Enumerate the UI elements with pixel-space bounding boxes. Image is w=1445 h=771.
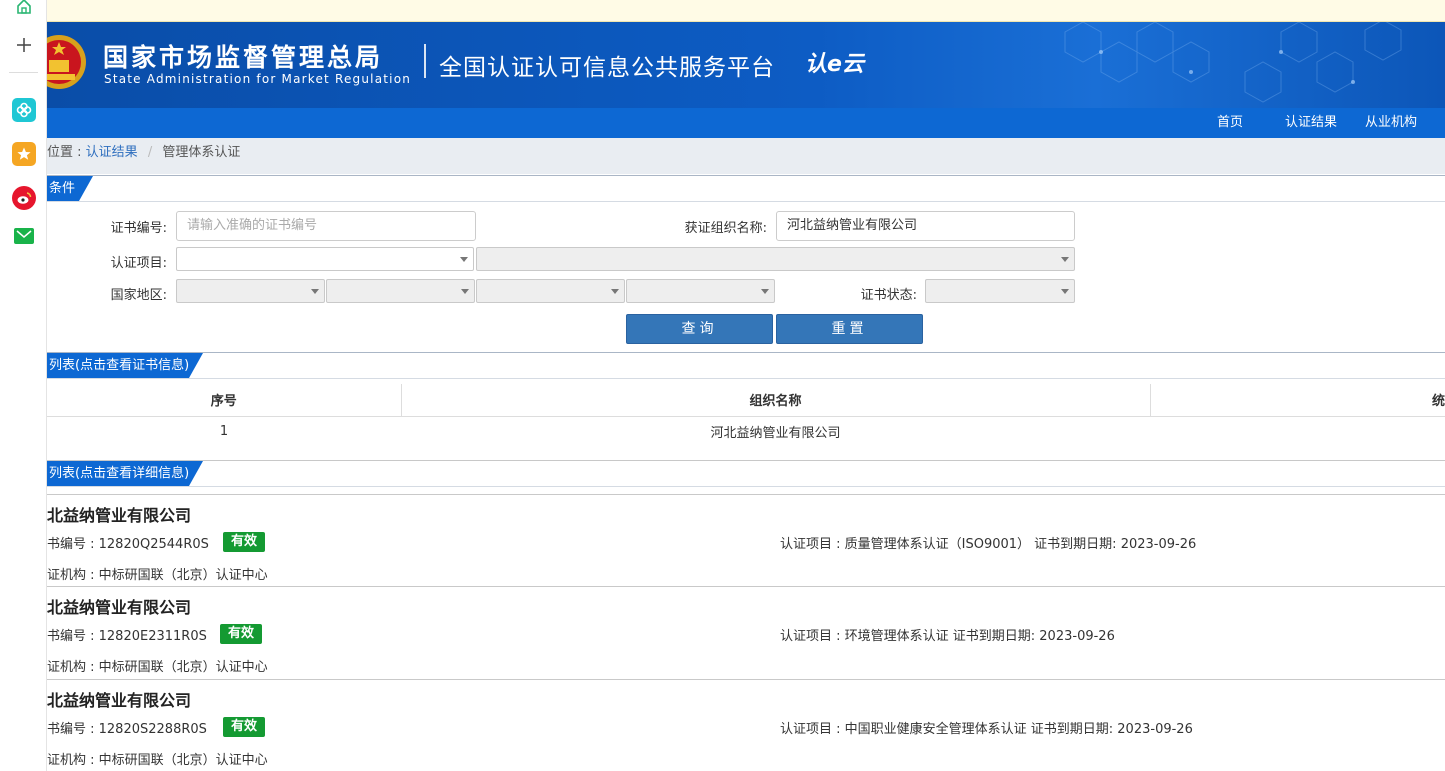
star-favorites-icon[interactable] bbox=[12, 142, 36, 166]
breadcrumb-prefix: 位置 : bbox=[47, 145, 86, 160]
cert-project: 认证项目 : 质量管理体系认证（ISO9001） 证书到期日期: 2023-09… bbox=[780, 537, 1197, 552]
org-name-input[interactable]: 河北益纳管业有限公司 bbox=[776, 211, 1075, 241]
cert-number: 书编号 : 12820E2311R0S bbox=[47, 629, 207, 644]
row-org-name[interactable]: 河北益纳管业有限公司 bbox=[401, 416, 1150, 446]
breadcrumb: 位置 : 认证结果 / 管理体系认证 bbox=[47, 138, 1445, 174]
status-label: 证书状态: bbox=[860, 288, 917, 303]
cert-no-label: 证书编号: bbox=[110, 221, 167, 236]
banner-divider bbox=[424, 44, 426, 78]
search-section-title: 条件 bbox=[47, 176, 93, 201]
cert-card[interactable]: 北益纳管业有限公司 书编号 : 12820Q2544R0S 有效 认证项目 : … bbox=[47, 494, 1445, 587]
cert-list-section-title: 列表(点击查看详细信息) bbox=[47, 461, 203, 486]
status-badge: 有效 bbox=[223, 532, 266, 552]
cert-body: 证机构 : 中标研国联（北京）认证中心 bbox=[47, 568, 268, 583]
cert-project: 认证项目 : 中国职业健康安全管理体系认证 证书到期日期: 2023-09-26 bbox=[780, 722, 1193, 737]
region-select-4[interactable] bbox=[626, 279, 775, 303]
administration-title: 国家市场监督管理总局 bbox=[103, 43, 384, 72]
col-index: 序号 bbox=[47, 384, 402, 417]
cert-no-input[interactable]: 请输入准确的证书编号 bbox=[176, 211, 476, 241]
project-label: 认证项目: bbox=[110, 256, 167, 271]
cert-org-name[interactable]: 北益纳管业有限公司 bbox=[47, 594, 191, 618]
project-select[interactable] bbox=[176, 247, 474, 271]
clover-app-icon[interactable] bbox=[12, 98, 36, 122]
administration-title-en: State Administration for Market Regulati… bbox=[104, 72, 412, 86]
main-nav: 首页 认证结果 从业机构 bbox=[47, 108, 1445, 138]
browser-sidebar bbox=[0, 0, 47, 771]
org-list-section-title: 列表(点击查看证书信息) bbox=[47, 353, 203, 378]
notification-strip bbox=[47, 0, 1445, 22]
weibo-icon[interactable] bbox=[12, 186, 36, 210]
nav-cert-results[interactable]: 认证结果 bbox=[1285, 108, 1337, 138]
home-icon[interactable] bbox=[12, 0, 36, 18]
hexagon-pattern bbox=[1064, 22, 1402, 103]
cert-body: 证机构 : 中标研国联（北京）认证中心 bbox=[47, 660, 268, 675]
cert-number: 书编号 : 12820Q2544R0S bbox=[47, 537, 209, 552]
browser-window: 国家市场监督管理总局 State Administration for Mark… bbox=[0, 0, 1445, 771]
reset-button[interactable]: 重置 bbox=[776, 314, 923, 344]
nav-agencies[interactable]: 从业机构 bbox=[1365, 108, 1417, 138]
cert-project: 认证项目 : 环境管理体系认证 证书到期日期: 2023-09-26 bbox=[780, 629, 1115, 644]
org-list-section-header: 列表(点击查看证书信息) bbox=[47, 352, 1445, 379]
region-label: 国家地区: bbox=[110, 288, 167, 303]
org-table: 序号 组织名称 统 1 河北益纳管业有限公司 bbox=[47, 384, 1445, 446]
chevron-down-icon bbox=[1061, 257, 1069, 262]
status-badge: 有效 bbox=[223, 717, 266, 737]
status-select[interactable] bbox=[925, 279, 1075, 303]
query-button[interactable]: 查询 bbox=[626, 314, 773, 344]
region-select-3[interactable] bbox=[476, 279, 625, 303]
breadcrumb-link[interactable]: 认证结果 bbox=[86, 145, 138, 160]
org-table-header: 序号 组织名称 统 bbox=[47, 384, 1445, 417]
chevron-down-icon bbox=[1061, 289, 1069, 294]
search-section-header: 条件 bbox=[47, 175, 1445, 202]
row-index: 1 bbox=[219, 423, 229, 439]
site-banner: 国家市场监督管理总局 State Administration for Mark… bbox=[47, 22, 1445, 108]
chevron-down-icon bbox=[461, 289, 469, 294]
region-select-2[interactable] bbox=[326, 279, 475, 303]
col-credit-code: 统 bbox=[1150, 384, 1445, 417]
sidebar-divider bbox=[9, 72, 38, 73]
chevron-down-icon bbox=[460, 257, 468, 262]
col-org-name: 组织名称 bbox=[401, 384, 1151, 417]
national-emblem-icon bbox=[47, 35, 86, 89]
status-badge: 有效 bbox=[220, 624, 263, 644]
row-credit-code bbox=[1150, 416, 1445, 446]
cert-list-section-header: 列表(点击查看详细信息) bbox=[47, 460, 1445, 487]
cert-org-name[interactable]: 北益纳管业有限公司 bbox=[47, 687, 191, 711]
region-select-1[interactable] bbox=[176, 279, 325, 303]
platform-logo: 认e云 bbox=[805, 52, 864, 77]
page-content: 国家市场监督管理总局 State Administration for Mark… bbox=[47, 0, 1445, 771]
cert-number: 书编号 : 12820S2288R0S bbox=[47, 722, 207, 737]
mail-icon[interactable] bbox=[14, 228, 34, 244]
col-credit-code-label: 统 bbox=[1431, 394, 1445, 410]
cert-org-name[interactable]: 北益纳管业有限公司 bbox=[47, 502, 191, 526]
cert-body: 证机构 : 中标研国联（北京）认证中心 bbox=[47, 753, 268, 768]
project-sub-select[interactable] bbox=[476, 247, 1075, 271]
breadcrumb-current: 管理体系认证 bbox=[162, 145, 241, 160]
org-name-label: 获证组织名称: bbox=[684, 221, 767, 236]
chevron-down-icon bbox=[611, 289, 619, 294]
chevron-down-icon bbox=[761, 289, 769, 294]
cert-card[interactable]: 北益纳管业有限公司 书编号 : 12820S2288R0S 有效 认证项目 : … bbox=[47, 680, 1445, 771]
nav-home[interactable]: 首页 bbox=[1217, 108, 1243, 138]
table-row[interactable]: 1 河北益纳管业有限公司 bbox=[47, 416, 1445, 446]
plus-icon[interactable] bbox=[12, 33, 36, 57]
chevron-down-icon bbox=[311, 289, 319, 294]
platform-title: 全国认证认可信息公共服务平台 bbox=[439, 55, 775, 81]
cert-card[interactable]: 北益纳管业有限公司 书编号 : 12820E2311R0S 有效 认证项目 : … bbox=[47, 587, 1445, 680]
breadcrumb-separator: / bbox=[147, 145, 153, 160]
